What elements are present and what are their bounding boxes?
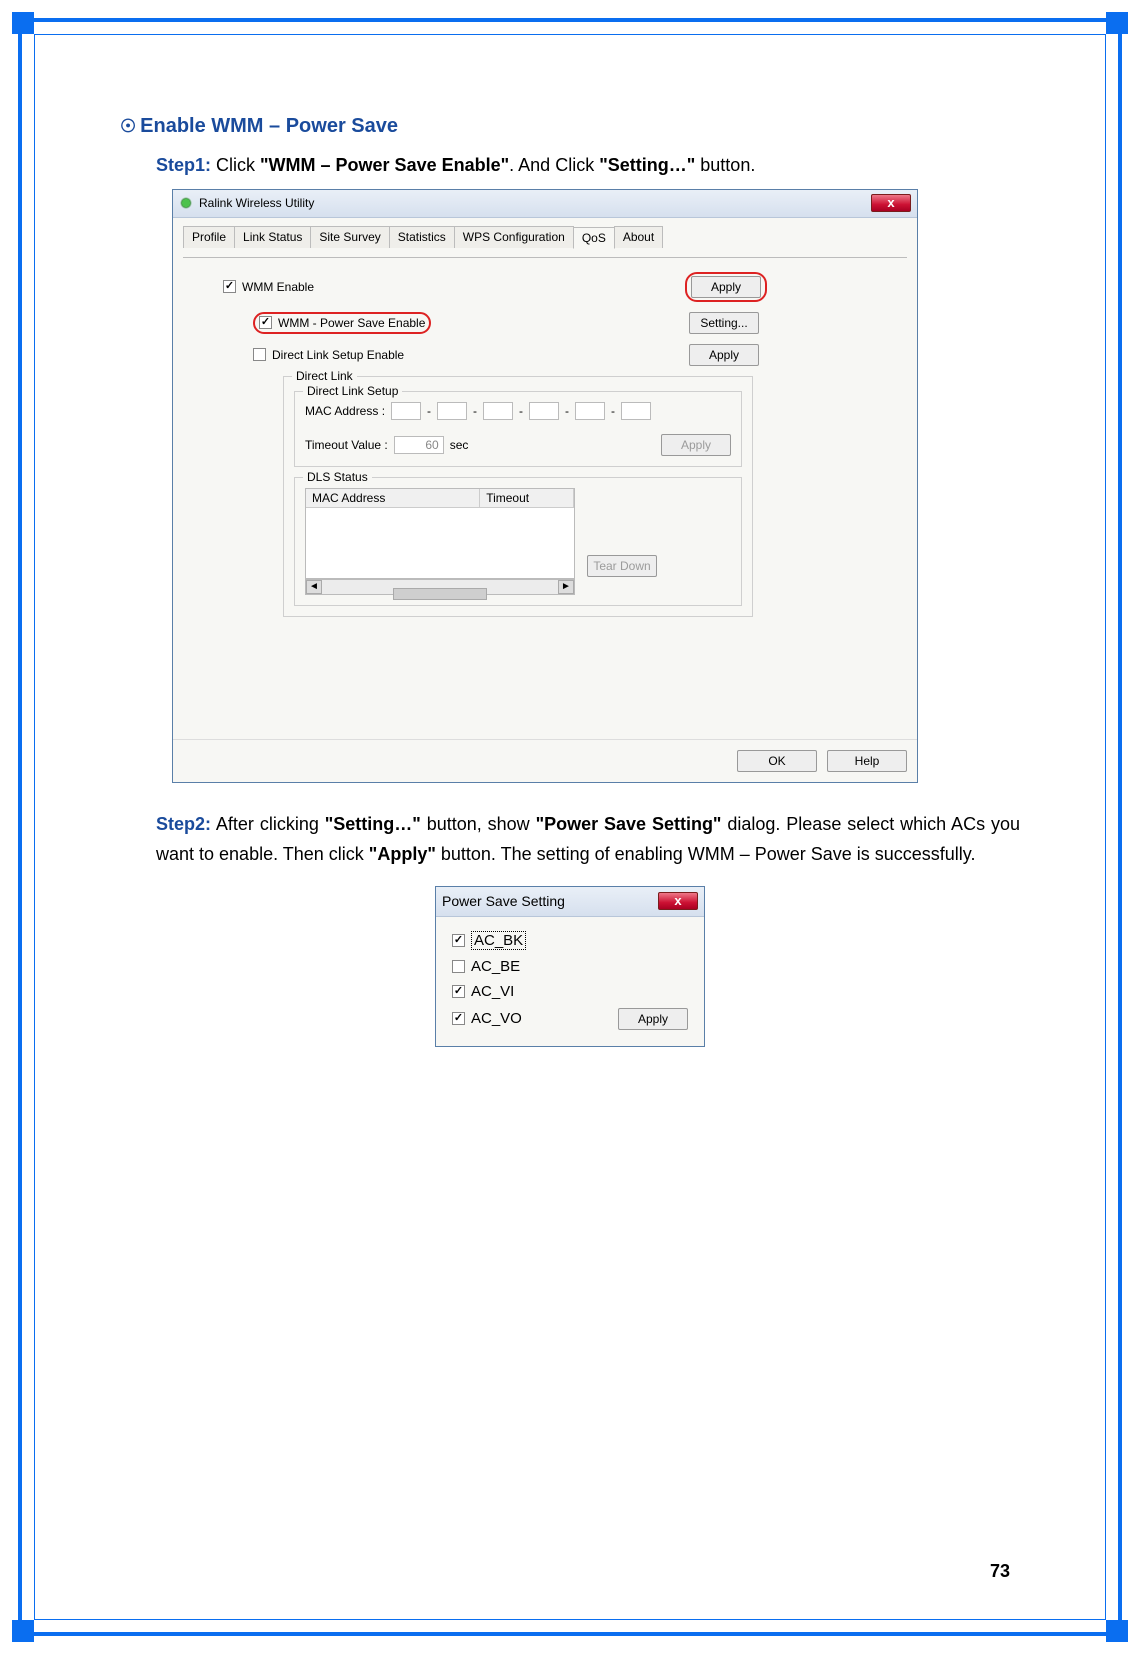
tab-profile[interactable]: Profile: [183, 226, 235, 248]
page-content: ☉Enable WMM – Power Save Step1: Click "W…: [120, 115, 1020, 1574]
step1-mid: . And Click: [509, 155, 599, 175]
apply-button-powersave[interactable]: Apply: [618, 1008, 688, 1030]
step1-post: button.: [695, 155, 755, 175]
ac-vi-label: AC_VI: [471, 983, 514, 1000]
mac-part-2[interactable]: [437, 402, 467, 420]
direct-link-enable-checkbox[interactable]: [253, 348, 266, 361]
power-save-setting-dialog: Power Save Setting x AC_BK AC_BE AC_VI A…: [435, 886, 705, 1047]
tab-bar: ProfileLink StatusSite SurveyStatisticsW…: [183, 226, 907, 248]
dls-table-rows: [306, 508, 574, 578]
col-mac-header: MAC Address: [306, 489, 480, 507]
step2-t2: button, show: [421, 814, 536, 834]
tab-about[interactable]: About: [614, 226, 663, 248]
ac-vo-checkbox[interactable]: [452, 1012, 465, 1025]
powersave-highlight-ring: WMM - Power Save Enable: [253, 312, 431, 334]
tab-site-survey[interactable]: Site Survey: [310, 226, 389, 248]
wmm-enable-checkbox[interactable]: [223, 280, 236, 293]
ac-vo-label: AC_VO: [471, 1010, 618, 1027]
bullet-icon: ☉: [120, 116, 136, 136]
close-icon[interactable]: x: [658, 892, 698, 910]
timeout-label: Timeout Value :: [305, 438, 388, 452]
section-title: ☉Enable WMM – Power Save: [120, 115, 1020, 138]
setting-button[interactable]: Setting...: [689, 312, 759, 334]
ac-vi-checkbox[interactable]: [452, 985, 465, 998]
direct-link-setup-fieldset: Direct Link Setup MAC Address : - - - - …: [294, 391, 742, 467]
dialog2-titlebar: Power Save Setting x: [436, 887, 704, 917]
scroll-thumb[interactable]: [393, 588, 487, 600]
dialog1-titlebar: Ralink Wireless Utility x: [173, 190, 917, 218]
mac-part-6[interactable]: [621, 402, 651, 420]
dialog1-title: Ralink Wireless Utility: [199, 196, 314, 210]
app-icon: [179, 196, 193, 210]
tab-underline: [183, 257, 907, 258]
timeout-input[interactable]: [394, 436, 444, 454]
tear-down-button[interactable]: Tear Down: [587, 555, 657, 577]
mac-address-label: MAC Address :: [305, 404, 385, 418]
direct-link-enable-label: Direct Link Setup Enable: [272, 348, 689, 362]
section-title-text: Enable WMM – Power Save: [140, 115, 398, 137]
direct-link-legend: Direct Link: [292, 369, 357, 383]
step2-b3: "Apply": [369, 844, 436, 864]
ralink-utility-dialog: Ralink Wireless Utility x ProfileLink St…: [172, 189, 918, 783]
dialog2-title: Power Save Setting: [442, 893, 565, 909]
tab-statistics[interactable]: Statistics: [389, 226, 455, 248]
direct-link-setup-legend: Direct Link Setup: [303, 384, 402, 398]
mac-part-4[interactable]: [529, 402, 559, 420]
step1-text: Step1: Click "WMM – Power Save Enable". …: [156, 150, 1020, 181]
mac-part-5[interactable]: [575, 402, 605, 420]
step1-pre: Click: [211, 155, 260, 175]
step2-text: Step2: After clicking "Setting…" button,…: [156, 809, 1020, 870]
scroll-right-icon[interactable]: ►: [558, 580, 574, 594]
dls-scrollbar[interactable]: ◄ ►: [305, 579, 575, 595]
tab-qos[interactable]: QoS: [573, 227, 615, 249]
apply-button-wmm[interactable]: Apply: [691, 276, 761, 298]
tab-wps-configuration[interactable]: WPS Configuration: [454, 226, 574, 248]
dls-status-fieldset: DLS Status MAC Address Timeout: [294, 477, 742, 606]
step1-bold2: "Setting…": [599, 155, 695, 175]
ac-bk-label: AC_BK: [471, 931, 526, 950]
step1-label: Step1:: [156, 155, 211, 175]
apply-highlight-ring: Apply: [685, 272, 767, 302]
help-button[interactable]: Help: [827, 750, 907, 772]
step1-bold1: "WMM – Power Save Enable": [260, 155, 509, 175]
step2-label: Step2:: [156, 814, 211, 834]
sec-label: sec: [450, 438, 469, 452]
ac-be-label: AC_BE: [471, 958, 520, 975]
direct-link-fieldset: Direct Link Direct Link Setup MAC Addres…: [283, 376, 753, 617]
dialog1-footer: OK Help: [173, 739, 917, 782]
col-timeout-header: Timeout: [480, 489, 574, 507]
apply-button-dls-setup[interactable]: Apply: [661, 434, 731, 456]
wmm-enable-label: WMM Enable: [242, 280, 685, 294]
ok-button[interactable]: OK: [737, 750, 817, 772]
dls-status-legend: DLS Status: [303, 470, 372, 484]
tab-link-status[interactable]: Link Status: [234, 226, 311, 248]
ac-bk-checkbox[interactable]: [452, 934, 465, 947]
ac-be-checkbox[interactable]: [452, 960, 465, 973]
step2-b1: "Setting…": [325, 814, 421, 834]
step2-t4: button. The setting of enabling WMM – Po…: [436, 844, 976, 864]
close-icon[interactable]: x: [871, 194, 911, 212]
apply-button-dls[interactable]: Apply: [689, 344, 759, 366]
mac-part-1[interactable]: [391, 402, 421, 420]
mac-part-3[interactable]: [483, 402, 513, 420]
scroll-left-icon[interactable]: ◄: [306, 580, 322, 594]
step2-b2: "Power Save Setting": [536, 814, 722, 834]
wmm-powersave-checkbox[interactable]: [259, 316, 272, 329]
wmm-powersave-label: WMM - Power Save Enable: [278, 316, 425, 330]
page-number: 73: [990, 1561, 1010, 1582]
step2-t1: After clicking: [211, 814, 325, 834]
dls-table: MAC Address Timeout: [305, 488, 575, 579]
